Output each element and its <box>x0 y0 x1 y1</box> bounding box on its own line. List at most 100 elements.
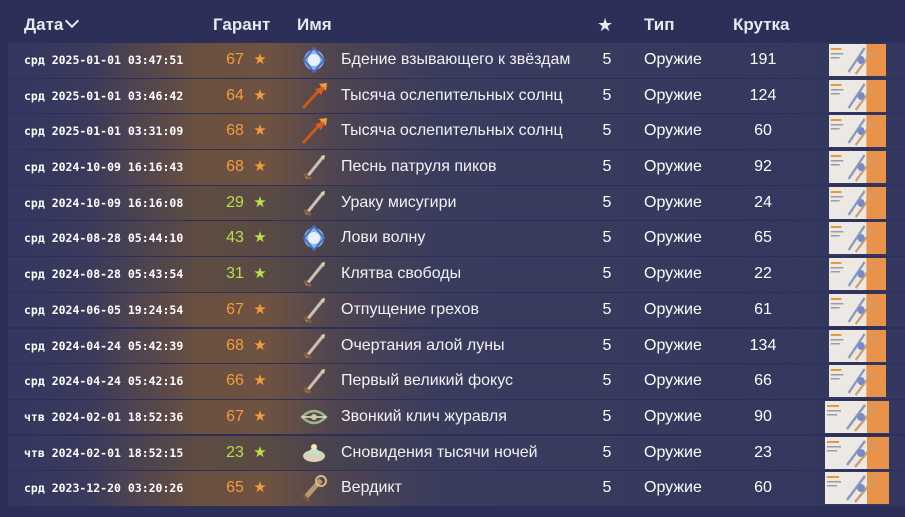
row-rarity: 5 <box>602 193 612 211</box>
row-pity: 66 <box>226 372 244 390</box>
claymore-icon <box>299 473 329 503</box>
row-type: Оружие <box>644 122 702 140</box>
row-roll-count: 23 <box>754 443 772 461</box>
banner-thumbnail[interactable] <box>829 44 886 76</box>
pity-star-icon: ★ <box>253 51 267 68</box>
date-column-header[interactable]: Дата <box>24 13 80 35</box>
row-date: чтв 2024-02-01 18:52:36 <box>24 409 184 424</box>
row-type: Оружие <box>644 443 702 461</box>
row-roll-count: 60 <box>754 479 772 497</box>
row-roll-count: 134 <box>749 336 777 354</box>
row-date: срд 2024-08-28 05:43:54 <box>24 267 184 282</box>
table-row[interactable]: срд 2024-10-09 16:16:08 29 ★ Ураку мисугири… <box>8 185 905 221</box>
row-item-name[interactable]: Первый великий фокус <box>341 364 513 399</box>
row-type: Оружие <box>644 479 702 497</box>
banner-thumbnail[interactable] <box>829 365 886 398</box>
row-item-name[interactable]: Тысяча ослепительных солнц <box>341 114 563 149</box>
table-row[interactable]: чтв 2024-02-01 18:52:15 23 ★ Сновидения тыс… <box>8 435 905 471</box>
row-rarity: 5 <box>602 300 612 318</box>
row-type: Оружие <box>644 336 702 354</box>
row-type: Оружие <box>644 265 702 283</box>
row-roll-count: 124 <box>749 86 777 104</box>
row-pity: 43 <box>226 229 244 247</box>
table-row[interactable]: срд 2024-04-24 05:42:39 68 ★ Очертания алой… <box>8 328 905 364</box>
row-type: Оружие <box>644 229 702 247</box>
row-type: Оружие <box>644 372 702 390</box>
roll-column-header[interactable]: Крутка <box>733 15 790 35</box>
row-rarity: 5 <box>602 122 612 140</box>
row-type: Оружие <box>644 158 702 176</box>
sword-icon <box>299 188 329 218</box>
row-item-name[interactable]: Тысяча ослепительных солнц <box>341 79 563 114</box>
row-rarity: 5 <box>602 443 612 461</box>
row-item-name[interactable]: Лови волну <box>341 221 425 256</box>
table-row[interactable]: срд 2024-04-24 05:42:16 66 ★ Первый великий… <box>8 364 905 399</box>
row-date: срд 2025-01-01 03:31:09 <box>24 124 184 139</box>
table-row[interactable]: срд 2025-01-01 03:31:09 68 ★ Тысяча ослепит… <box>8 114 905 149</box>
row-pity: 67 <box>226 300 244 318</box>
banner-thumbnail[interactable] <box>829 115 886 148</box>
table-row[interactable]: срд 2025-01-01 03:47:51 67 ★ Бдение взывающ… <box>8 43 905 78</box>
table-row[interactable]: срд 2024-08-28 05:43:54 31 ★ Клятва свободы… <box>8 257 905 292</box>
pity-column-header[interactable]: Гарант <box>213 15 270 35</box>
type-column-header[interactable]: Тип <box>644 15 674 35</box>
name-column-header[interactable]: Имя <box>297 15 332 35</box>
banner-thumbnail[interactable] <box>825 436 889 469</box>
row-pity: 68 <box>226 158 244 176</box>
catalyst-icon <box>299 45 329 75</box>
row-type: Оружие <box>644 86 702 104</box>
row-item-name[interactable]: Вердикт <box>341 471 402 506</box>
banner-thumbnail[interactable] <box>829 79 886 112</box>
pity-star-icon: ★ <box>253 336 267 354</box>
banner-thumbnail[interactable] <box>829 258 886 291</box>
row-roll-count: 60 <box>754 122 772 140</box>
pity-star-icon: ★ <box>253 265 267 283</box>
sword-icon <box>299 259 329 289</box>
row-date: срд 2024-04-24 05:42:39 <box>24 338 184 353</box>
row-item-name[interactable]: Клятва свободы <box>341 257 461 292</box>
banner-thumbnail[interactable] <box>829 151 886 184</box>
row-rarity: 5 <box>602 479 612 497</box>
row-rarity: 5 <box>602 372 612 390</box>
row-rarity: 5 <box>602 407 612 425</box>
lamp-catalyst-icon <box>299 438 329 468</box>
table-row[interactable]: чтв 2024-02-01 18:52:36 67 ★ Звонкий клич ж… <box>8 399 905 435</box>
pity-star-icon: ★ <box>253 158 267 176</box>
row-pity: 31 <box>226 265 244 283</box>
banner-thumbnail[interactable] <box>829 222 886 255</box>
row-item-name[interactable]: Очертания алой луны <box>341 329 505 364</box>
banner-thumbnail[interactable] <box>829 186 886 219</box>
sword-icon <box>299 152 329 182</box>
banner-thumbnail[interactable] <box>829 293 886 326</box>
sword-icon <box>299 366 329 396</box>
row-roll-count: 191 <box>749 51 777 68</box>
table-row[interactable]: срд 2024-08-28 05:44:10 43 ★ Лови волну 5 Ору… <box>8 221 905 256</box>
row-item-name[interactable]: Песнь патруля пиков <box>341 150 497 185</box>
pity-star-icon: ★ <box>253 443 267 461</box>
table-row[interactable]: срд 2023-12-20 03:20:26 65 ★ Вердикт 5 Оружие… <box>8 471 905 506</box>
pity-star-icon: ★ <box>253 229 267 247</box>
banner-thumbnail[interactable] <box>829 329 886 362</box>
row-item-name[interactable]: Звонкий клич журавля <box>341 400 507 435</box>
star-column-header[interactable]: ★ <box>597 15 613 35</box>
banner-thumbnail[interactable] <box>825 472 889 505</box>
bow-icon <box>299 402 329 432</box>
row-item-name[interactable]: Отпущение грехов <box>341 293 479 328</box>
sword-icon <box>299 295 329 325</box>
row-item-name[interactable]: Ураку мисугири <box>341 186 456 221</box>
row-item-name[interactable]: Сновидения тысячи ночей <box>341 436 538 471</box>
row-roll-count: 61 <box>754 300 772 318</box>
table-row[interactable]: срд 2025-01-01 03:46:42 64 ★ Тысяча ослепит… <box>8 78 905 114</box>
row-roll-count: 66 <box>754 372 772 390</box>
table-row[interactable]: срд 2024-06-05 19:24:54 67 ★ Отпущение грех… <box>8 292 905 328</box>
wish-history-table: Дата Гарант Имя ★ Тип Крутка срд 2025-01… <box>0 0 905 510</box>
row-date: срд 2024-08-28 05:44:10 <box>24 231 184 246</box>
table-row[interactable]: срд 2024-10-09 16:16:43 68 ★ Песнь патруля … <box>8 150 905 185</box>
row-rarity: 5 <box>602 86 612 104</box>
row-roll-count: 92 <box>754 158 772 176</box>
row-item-name[interactable]: Бдение взывающего к звёздам <box>341 43 570 78</box>
banner-thumbnail[interactable] <box>825 400 889 433</box>
chevron-down-icon <box>65 13 80 29</box>
catalyst-icon <box>299 223 329 253</box>
row-date: срд 2025-01-01 03:46:42 <box>24 88 184 103</box>
